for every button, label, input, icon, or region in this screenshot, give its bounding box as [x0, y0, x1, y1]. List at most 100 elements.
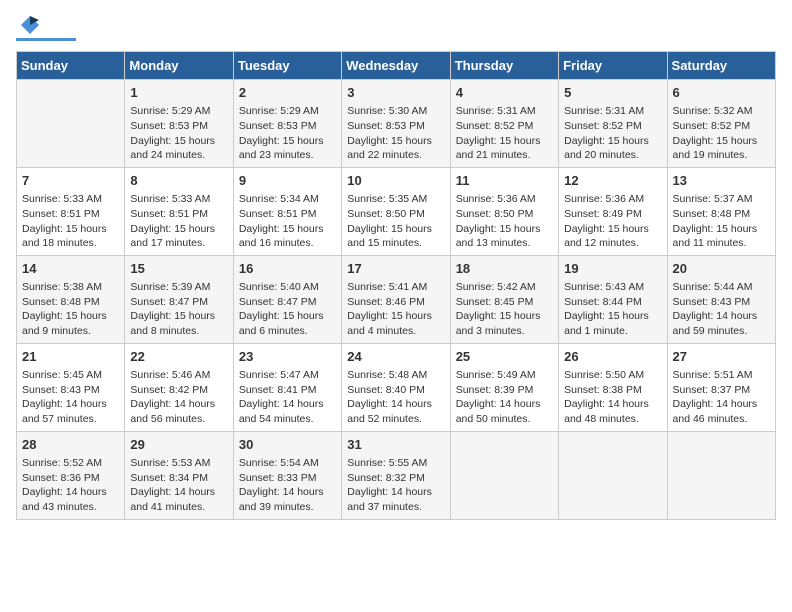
calendar-cell: 8 Sunrise: 5:33 AM Sunset: 8:51 PM Daylig…: [125, 167, 233, 255]
calendar-cell: 12 Sunrise: 5:36 AM Sunset: 8:49 PM Dayli…: [559, 167, 667, 255]
calendar-week-row: 28 Sunrise: 5:52 AM Sunset: 8:36 PM Dayli…: [17, 431, 776, 519]
day-number: 10: [347, 172, 444, 190]
day-content: Sunrise: 5:48 AM Sunset: 8:40 PM Dayligh…: [347, 368, 444, 427]
day-content: Sunrise: 5:50 AM Sunset: 8:38 PM Dayligh…: [564, 368, 661, 427]
calendar-cell: 26 Sunrise: 5:50 AM Sunset: 8:38 PM Dayli…: [559, 343, 667, 431]
day-number: 8: [130, 172, 227, 190]
day-number: 14: [22, 260, 119, 278]
calendar-cell: 21 Sunrise: 5:45 AM Sunset: 8:43 PM Dayli…: [17, 343, 125, 431]
weekday-header-monday: Monday: [125, 52, 233, 80]
day-content: Sunrise: 5:30 AM Sunset: 8:53 PM Dayligh…: [347, 104, 444, 163]
day-number: 23: [239, 348, 336, 366]
day-number: 1: [130, 84, 227, 102]
calendar-cell: 16 Sunrise: 5:40 AM Sunset: 8:47 PM Dayli…: [233, 255, 341, 343]
day-content: Sunrise: 5:36 AM Sunset: 8:49 PM Dayligh…: [564, 192, 661, 251]
day-number: 17: [347, 260, 444, 278]
day-number: 13: [673, 172, 770, 190]
calendar-cell: 30Sunrise: 5:54 AM Sunset: 8:33 PM Dayli…: [233, 431, 341, 519]
weekday-header-row: SundayMondayTuesdayWednesdayThursdayFrid…: [17, 52, 776, 80]
calendar-cell: 13Sunrise: 5:37 AM Sunset: 8:48 PM Dayli…: [667, 167, 775, 255]
weekday-header-saturday: Saturday: [667, 52, 775, 80]
calendar-cell: 4 Sunrise: 5:31 AM Sunset: 8:52 PM Daylig…: [450, 80, 558, 168]
calendar-cell: 24 Sunrise: 5:48 AM Sunset: 8:40 PM Dayli…: [342, 343, 450, 431]
day-number: 12: [564, 172, 661, 190]
day-content: Sunrise: 5:38 AM Sunset: 8:48 PM Dayligh…: [22, 280, 119, 339]
day-number: 21: [22, 348, 119, 366]
day-content: Sunrise: 5:43 AM Sunset: 8:44 PM Dayligh…: [564, 280, 661, 339]
day-number: 31: [347, 436, 444, 454]
calendar-cell: 6 Sunrise: 5:32 AM Sunset: 8:52 PM Daylig…: [667, 80, 775, 168]
calendar-cell: 29 Sunrise: 5:53 AM Sunset: 8:34 PM Dayli…: [125, 431, 233, 519]
calendar-cell: 11 Sunrise: 5:36 AM Sunset: 8:50 PM Dayli…: [450, 167, 558, 255]
day-number: 18: [456, 260, 553, 278]
day-content: Sunrise: 5:35 AM Sunset: 8:50 PM Dayligh…: [347, 192, 444, 251]
day-number: 28: [22, 436, 119, 454]
calendar-cell: 3 Sunrise: 5:30 AM Sunset: 8:53 PM Daylig…: [342, 80, 450, 168]
weekday-header-sunday: Sunday: [17, 52, 125, 80]
calendar-cell: 10 Sunrise: 5:35 AM Sunset: 8:50 PM Dayli…: [342, 167, 450, 255]
day-number: 16: [239, 260, 336, 278]
day-content: Sunrise: 5:29 AM Sunset: 8:53 PM Dayligh…: [130, 104, 227, 163]
calendar-cell: [667, 431, 775, 519]
day-number: 3: [347, 84, 444, 102]
day-content: Sunrise: 5:47 AM Sunset: 8:41 PM Dayligh…: [239, 368, 336, 427]
logo-underline: [16, 38, 76, 41]
day-number: 24: [347, 348, 444, 366]
calendar-cell: 7Sunrise: 5:33 AM Sunset: 8:51 PM Daylig…: [17, 167, 125, 255]
calendar-cell: 2Sunrise: 5:29 AM Sunset: 8:53 PM Daylig…: [233, 80, 341, 168]
day-content: Sunrise: 5:33 AM Sunset: 8:51 PM Dayligh…: [130, 192, 227, 251]
day-content: Sunrise: 5:32 AM Sunset: 8:52 PM Dayligh…: [673, 104, 770, 163]
day-number: 7: [22, 172, 119, 190]
day-content: Sunrise: 5:40 AM Sunset: 8:47 PM Dayligh…: [239, 280, 336, 339]
day-number: 26: [564, 348, 661, 366]
calendar-cell: 25 Sunrise: 5:49 AM Sunset: 8:39 PM Dayli…: [450, 343, 558, 431]
calendar-cell: 31 Sunrise: 5:55 AM Sunset: 8:32 PM Dayli…: [342, 431, 450, 519]
day-content: Sunrise: 5:36 AM Sunset: 8:50 PM Dayligh…: [456, 192, 553, 251]
day-content: Sunrise: 5:44 AM Sunset: 8:43 PM Dayligh…: [673, 280, 770, 339]
logo-icon: [19, 14, 41, 36]
weekday-header-tuesday: Tuesday: [233, 52, 341, 80]
day-content: Sunrise: 5:52 AM Sunset: 8:36 PM Dayligh…: [22, 456, 119, 515]
calendar-cell: 19Sunrise: 5:43 AM Sunset: 8:44 PM Dayli…: [559, 255, 667, 343]
day-content: Sunrise: 5:54 AM Sunset: 8:33 PM Dayligh…: [239, 456, 336, 515]
calendar-cell: 9 Sunrise: 5:34 AM Sunset: 8:51 PM Daylig…: [233, 167, 341, 255]
calendar-cell: 1 Sunrise: 5:29 AM Sunset: 8:53 PM Daylig…: [125, 80, 233, 168]
day-content: Sunrise: 5:41 AM Sunset: 8:46 PM Dayligh…: [347, 280, 444, 339]
day-content: Sunrise: 5:39 AM Sunset: 8:47 PM Dayligh…: [130, 280, 227, 339]
day-number: 9: [239, 172, 336, 190]
day-content: Sunrise: 5:55 AM Sunset: 8:32 PM Dayligh…: [347, 456, 444, 515]
weekday-header-thursday: Thursday: [450, 52, 558, 80]
day-number: 4: [456, 84, 553, 102]
calendar-cell: [559, 431, 667, 519]
day-content: Sunrise: 5:42 AM Sunset: 8:45 PM Dayligh…: [456, 280, 553, 339]
calendar-cell: 18 Sunrise: 5:42 AM Sunset: 8:45 PM Dayli…: [450, 255, 558, 343]
day-number: 2: [239, 84, 336, 102]
calendar-cell: 23 Sunrise: 5:47 AM Sunset: 8:41 PM Dayli…: [233, 343, 341, 431]
calendar-cell: 5 Sunrise: 5:31 AM Sunset: 8:52 PM Daylig…: [559, 80, 667, 168]
day-content: Sunrise: 5:53 AM Sunset: 8:34 PM Dayligh…: [130, 456, 227, 515]
calendar-cell: [17, 80, 125, 168]
day-number: 6: [673, 84, 770, 102]
calendar-cell: 27 Sunrise: 5:51 AM Sunset: 8:37 PM Dayli…: [667, 343, 775, 431]
calendar-cell: 15Sunrise: 5:39 AM Sunset: 8:47 PM Dayli…: [125, 255, 233, 343]
day-number: 25: [456, 348, 553, 366]
day-number: 20: [673, 260, 770, 278]
day-content: Sunrise: 5:31 AM Sunset: 8:52 PM Dayligh…: [564, 104, 661, 163]
day-content: Sunrise: 5:51 AM Sunset: 8:37 PM Dayligh…: [673, 368, 770, 427]
day-number: 5: [564, 84, 661, 102]
day-number: 27: [673, 348, 770, 366]
day-content: Sunrise: 5:45 AM Sunset: 8:43 PM Dayligh…: [22, 368, 119, 427]
day-number: 29: [130, 436, 227, 454]
day-content: Sunrise: 5:49 AM Sunset: 8:39 PM Dayligh…: [456, 368, 553, 427]
calendar-cell: 22 Sunrise: 5:46 AM Sunset: 8:42 PM Dayli…: [125, 343, 233, 431]
calendar-cell: [450, 431, 558, 519]
day-content: Sunrise: 5:46 AM Sunset: 8:42 PM Dayligh…: [130, 368, 227, 427]
day-number: 22: [130, 348, 227, 366]
day-number: 11: [456, 172, 553, 190]
day-content: Sunrise: 5:34 AM Sunset: 8:51 PM Dayligh…: [239, 192, 336, 251]
page-header: [16, 16, 776, 41]
calendar-table: SundayMondayTuesdayWednesdayThursdayFrid…: [16, 51, 776, 520]
weekday-header-wednesday: Wednesday: [342, 52, 450, 80]
day-content: Sunrise: 5:31 AM Sunset: 8:52 PM Dayligh…: [456, 104, 553, 163]
calendar-week-row: 21 Sunrise: 5:45 AM Sunset: 8:43 PM Dayli…: [17, 343, 776, 431]
